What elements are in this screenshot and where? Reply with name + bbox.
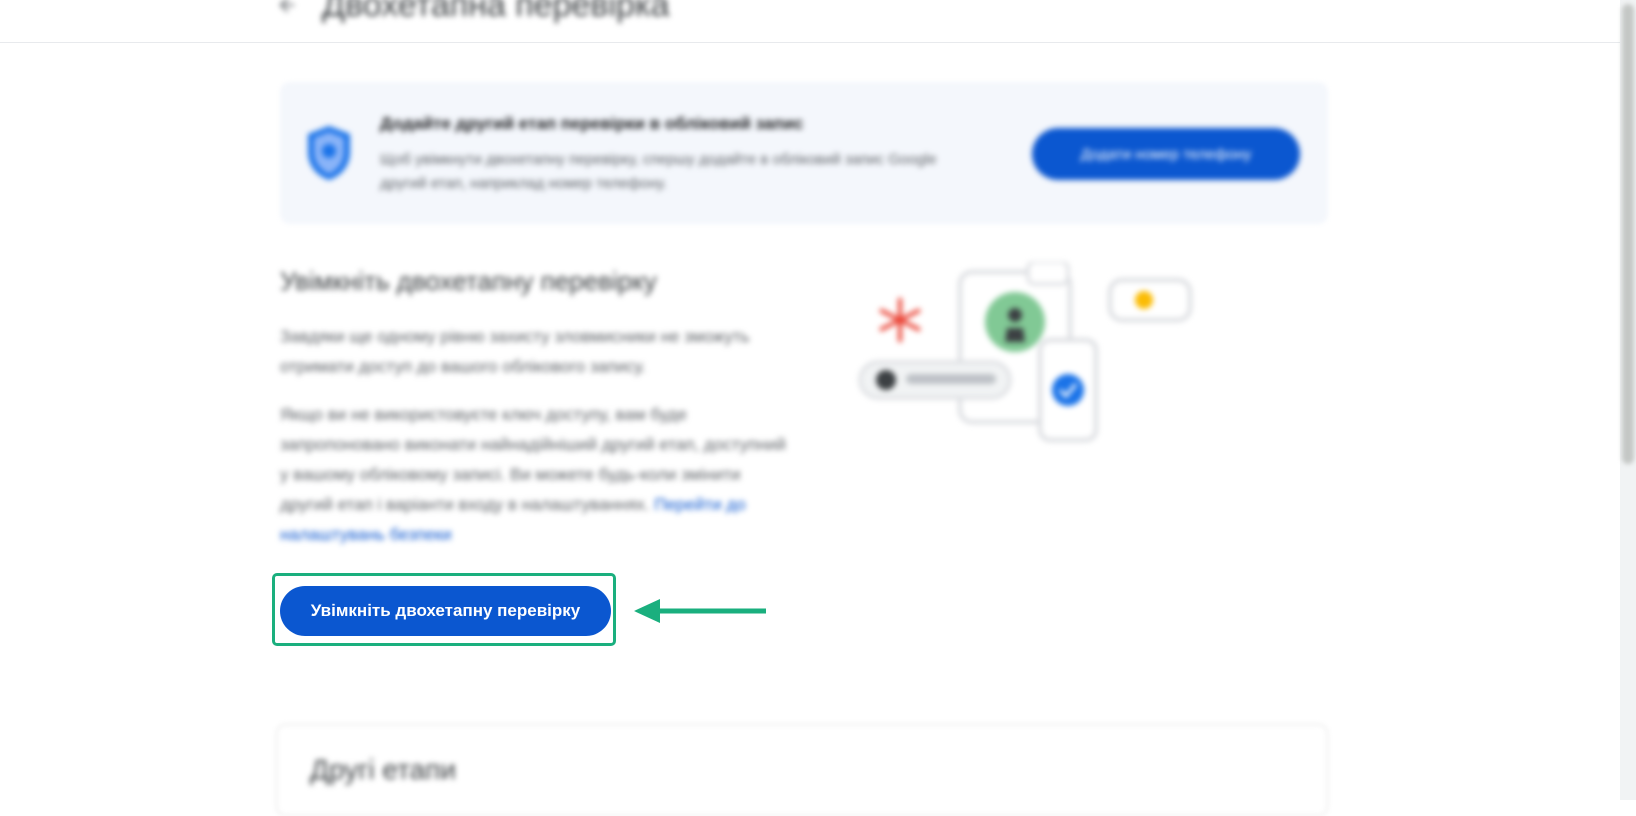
shield-icon: [308, 126, 350, 180]
intro-paragraph: Завдяки ще одному рівню захисту зловмисн…: [280, 327, 750, 376]
check-icon: [1052, 374, 1084, 406]
page-title: Двохетапна перевірка: [322, 0, 670, 24]
enable-two-step-button[interactable]: Увімкніть двохетапну перевірку: [280, 586, 611, 636]
red-asterisk-icon: [879, 298, 921, 342]
back-arrow-icon[interactable]: [276, 0, 298, 16]
two-step-illustration: [858, 262, 1192, 442]
avatar-icon: [985, 292, 1045, 352]
scrollbar-thumb[interactable]: [1622, 4, 1634, 464]
banner-title: Додайте другий етап перевірки в облікови…: [380, 114, 804, 133]
banner-description: Щоб увімкнути двохетапну перевірку, спер…: [380, 151, 937, 192]
details-paragraph: Якщо ви не використовуєте ключ доступу, …: [280, 400, 790, 550]
other-steps-heading: Другі етапи: [310, 754, 456, 785]
top-bar: Двохетапна перевірка: [0, 0, 1620, 43]
section-heading: Увімкніть двохетапну перевірку: [280, 266, 657, 296]
pointer-arrow-icon: [634, 599, 766, 623]
add-phone-number-button[interactable]: Додати номер телефону: [1032, 128, 1300, 180]
